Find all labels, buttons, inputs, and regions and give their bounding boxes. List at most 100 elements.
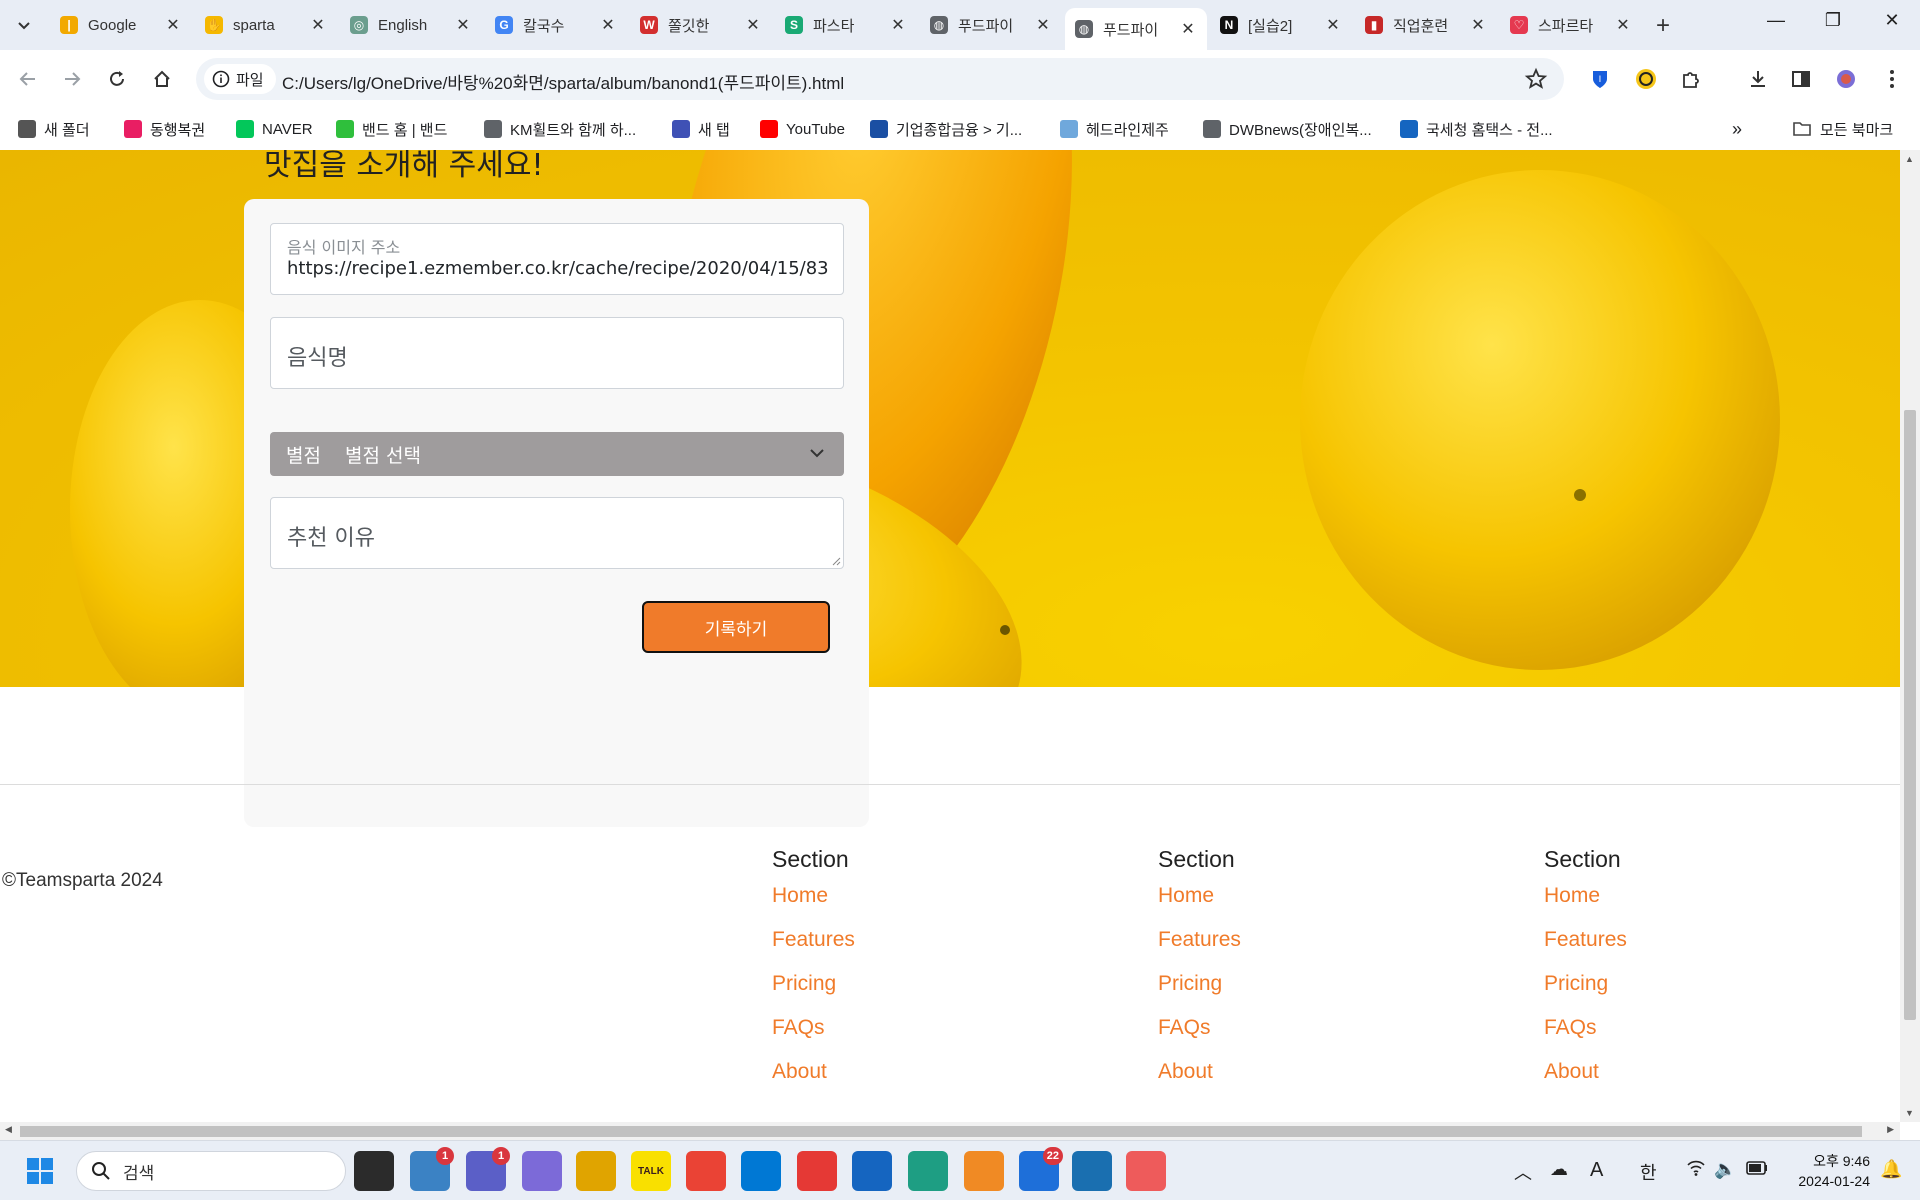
scroll-left-arrow-icon[interactable]: ◀ bbox=[5, 1124, 12, 1135]
footer-link-home[interactable]: Home bbox=[1158, 884, 1358, 928]
profile-avatar-icon[interactable] bbox=[1832, 65, 1860, 93]
image-url-field[interactable]: 음식 이미지 주소 https://recipe1.ezmember.co.kr… bbox=[270, 223, 844, 295]
footer-link-features[interactable]: Features bbox=[1158, 928, 1358, 972]
scroll-down-arrow-icon[interactable]: ▼ bbox=[1905, 1108, 1914, 1118]
footer-link-about[interactable]: About bbox=[1158, 1060, 1358, 1104]
horizontal-scroll-thumb[interactable] bbox=[20, 1126, 1862, 1137]
footer-link-faqs[interactable]: FAQs bbox=[1158, 1016, 1358, 1060]
bookmark-item[interactable]: 밴드 홈 | 밴드 bbox=[336, 116, 447, 142]
bookmark-item[interactable]: DWBnews(장애인복... bbox=[1203, 116, 1372, 142]
browser-tab[interactable]: S 파스타 ✕ bbox=[775, 8, 917, 42]
store-taskbar-icon[interactable]: 22 bbox=[1019, 1147, 1063, 1191]
menu-kebab-icon[interactable] bbox=[1878, 65, 1906, 93]
browser-tab[interactable]: G 칼국수 ✕ bbox=[485, 8, 627, 42]
browser-tab[interactable]: ♡ 스파르타 ✕ bbox=[1500, 8, 1642, 42]
tab-close-icon[interactable]: ✕ bbox=[599, 15, 617, 35]
download-icon[interactable] bbox=[1744, 65, 1772, 93]
rating-select[interactable]: 별점 별점 선택 bbox=[270, 432, 844, 476]
bookmark-item[interactable]: 새 탭 bbox=[672, 116, 730, 142]
footer-link-pricing[interactable]: Pricing bbox=[1158, 972, 1358, 1016]
bookmark-item[interactable]: YouTube bbox=[760, 116, 845, 142]
browser-tab[interactable]: | Google ✕ bbox=[50, 8, 192, 42]
all-bookmarks-folder[interactable]: 모든 북마크 bbox=[1792, 116, 1893, 142]
vscode-taskbar-icon[interactable] bbox=[741, 1151, 781, 1191]
back-button[interactable] bbox=[14, 65, 42, 93]
close-window-button[interactable]: ✕ bbox=[1872, 10, 1912, 31]
tab-close-icon[interactable]: ✕ bbox=[164, 15, 182, 35]
file-explorer-taskbar-icon[interactable] bbox=[576, 1151, 616, 1191]
footer-link-home[interactable]: Home bbox=[1544, 884, 1744, 928]
bookmark-item[interactable]: 기업종합금융 > 기... bbox=[870, 116, 1022, 142]
restore-button[interactable]: ❐ bbox=[1813, 10, 1853, 31]
taskbar-search[interactable]: 검색 bbox=[76, 1151, 346, 1191]
scroll-right-arrow-icon[interactable]: ▶ bbox=[1887, 1124, 1894, 1135]
notification-bell-icon[interactable]: 🔔 bbox=[1880, 1159, 1902, 1180]
tab-close-icon[interactable]: ✕ bbox=[889, 15, 907, 35]
bookmark-item[interactable]: 동행복권 bbox=[124, 116, 205, 142]
tab-close-icon[interactable]: ✕ bbox=[1469, 15, 1487, 35]
horizontal-scrollbar[interactable]: ◀ ▶ bbox=[0, 1122, 1900, 1140]
bookmark-item[interactable]: 헤드라인제주 bbox=[1060, 116, 1169, 142]
forward-button[interactable] bbox=[58, 65, 86, 93]
bitwarden-extension-icon[interactable]: I bbox=[1586, 65, 1614, 93]
browser-tab[interactable]: ◎ English ✕ bbox=[340, 8, 482, 42]
footer-link-home[interactable]: Home bbox=[772, 884, 972, 928]
site-info-chip[interactable]: 파일 bbox=[204, 64, 276, 94]
home-button[interactable] bbox=[148, 65, 176, 93]
bookmark-item[interactable]: NAVER bbox=[236, 116, 313, 142]
reason-textarea[interactable]: 추천 이유 bbox=[270, 497, 844, 569]
footer-link-about[interactable]: About bbox=[772, 1060, 972, 1104]
task-view-taskbar-icon[interactable] bbox=[354, 1151, 394, 1191]
tab-search-button[interactable] bbox=[10, 11, 38, 39]
copilot-taskbar-icon[interactable] bbox=[522, 1151, 562, 1191]
food-name-input[interactable]: 음식명 bbox=[287, 340, 348, 372]
footer-link-features[interactable]: Features bbox=[772, 928, 972, 972]
extension-icon[interactable] bbox=[1632, 65, 1660, 93]
mail-taskbar-icon[interactable] bbox=[852, 1151, 892, 1191]
tab-close-icon[interactable]: ✕ bbox=[1179, 19, 1197, 39]
submit-button[interactable]: 기록하기 bbox=[642, 601, 830, 653]
ime-mode-a[interactable]: A bbox=[1590, 1159, 1603, 1182]
footer-link-faqs[interactable]: FAQs bbox=[772, 1016, 972, 1060]
ime-mode-han[interactable]: 한 bbox=[1640, 1159, 1657, 1185]
footer-link-features[interactable]: Features bbox=[1544, 928, 1744, 972]
tab-close-icon[interactable]: ✕ bbox=[454, 15, 472, 35]
food-name-field[interactable]: 음식명 bbox=[270, 317, 844, 389]
more-bookmarks-icon[interactable]: » bbox=[1732, 116, 1742, 142]
tab-close-icon[interactable]: ✕ bbox=[1034, 15, 1052, 35]
bookmark-item[interactable]: 국세청 홈택스 - 전... bbox=[1400, 116, 1553, 142]
chat-taskbar-icon[interactable]: 1 bbox=[466, 1147, 510, 1191]
reload-button[interactable] bbox=[103, 65, 131, 93]
extensions-puzzle-icon[interactable] bbox=[1677, 65, 1705, 93]
footer-link-pricing[interactable]: Pricing bbox=[1544, 972, 1744, 1016]
tab-close-icon[interactable]: ✕ bbox=[1614, 15, 1632, 35]
resize-handle-icon[interactable] bbox=[831, 556, 841, 566]
edge-taskbar-icon[interactable] bbox=[908, 1151, 948, 1191]
battery-icon[interactable] bbox=[1746, 1159, 1768, 1180]
bookmark-star-icon[interactable] bbox=[1524, 67, 1548, 96]
hangul-taskbar-icon[interactable] bbox=[1072, 1151, 1112, 1191]
browser-tab[interactable]: W 쫄깃한 ✕ bbox=[630, 8, 772, 42]
address-url[interactable]: C:/Users/lg/OneDrive/바탕%20화면/sparta/albu… bbox=[282, 69, 844, 94]
image-url-input[interactable]: https://recipe1.ezmember.co.kr/cache/rec… bbox=[287, 258, 829, 279]
weather-taskbar-icon[interactable]: 1 bbox=[410, 1147, 454, 1191]
side-panel-icon[interactable] bbox=[1787, 65, 1815, 93]
snipping-taskbar-icon[interactable] bbox=[1126, 1151, 1166, 1191]
sync-taskbar-icon[interactable] bbox=[797, 1151, 837, 1191]
wifi-icon[interactable] bbox=[1686, 1159, 1706, 1182]
browser-tab[interactable]: N [실습2] ✕ bbox=[1210, 8, 1352, 42]
kakaotalk-taskbar-icon[interactable]: TALK bbox=[631, 1151, 671, 1191]
start-button[interactable] bbox=[20, 1151, 60, 1191]
bookmark-item[interactable]: KM휠트와 함께 하... bbox=[484, 116, 636, 142]
chrome-taskbar-icon[interactable] bbox=[686, 1151, 726, 1191]
tab-close-icon[interactable]: ✕ bbox=[1324, 15, 1342, 35]
system-clock[interactable]: 오후 9:46 2024-01-24 bbox=[1798, 1151, 1870, 1191]
browser-tab[interactable]: ✋ sparta ✕ bbox=[195, 8, 337, 42]
tab-close-icon[interactable]: ✕ bbox=[309, 15, 327, 35]
tab-close-icon[interactable]: ✕ bbox=[744, 15, 762, 35]
bookmark-item[interactable]: 새 폴더 bbox=[18, 116, 90, 142]
browser-tab[interactable]: ◍ 푸드파이 ✕ bbox=[1065, 8, 1207, 50]
browser-tab[interactable]: ▮ 직업훈련 ✕ bbox=[1355, 8, 1497, 42]
tray-overflow-icon[interactable]: ︿ bbox=[1514, 1159, 1532, 1185]
app-orange-taskbar-icon[interactable] bbox=[964, 1151, 1004, 1191]
